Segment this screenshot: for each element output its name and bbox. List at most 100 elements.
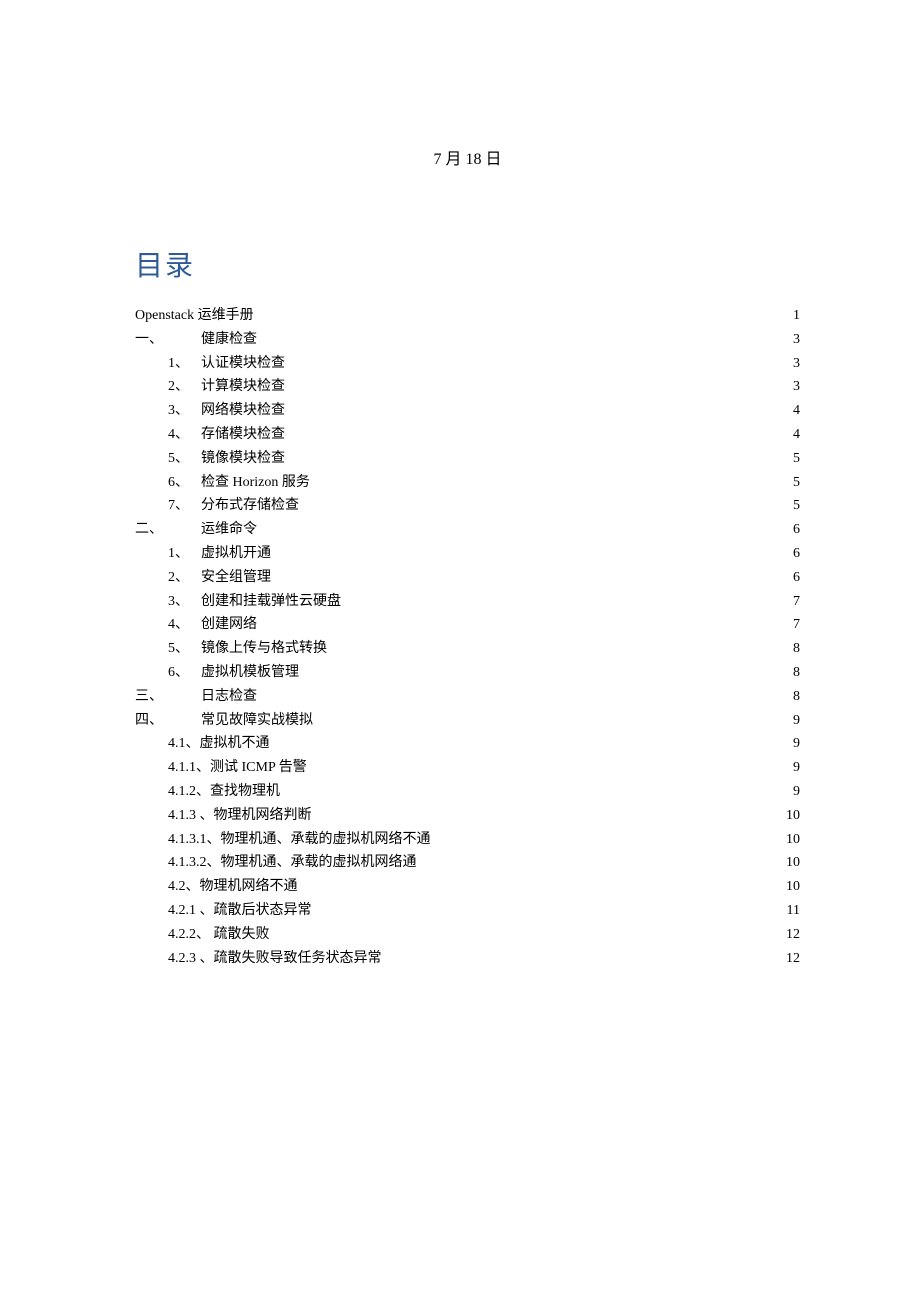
toc-list: Openstack 运维手册 1一、健康检查 31、认证模块检查 32、计算模块… — [135, 304, 800, 970]
toc-entry-page: 6 — [782, 542, 800, 566]
toc-entry-page: 4 — [782, 423, 800, 447]
toc-entry: 6、检查 Horizon 服务 5 — [135, 471, 800, 495]
toc-entry-page: 5 — [782, 447, 800, 471]
toc-entry: 4.1.3.1、物理机通、承载的虚拟机网络不通10 — [135, 828, 800, 852]
toc-entry: 3、创建和挂载弹性云硬盘 7 — [135, 590, 800, 614]
toc-entry: Openstack 运维手册 1 — [135, 304, 800, 328]
toc-entry: 二、运维命令 6 — [135, 518, 800, 542]
toc-entry-label: 4.2.2、 疏散失败 — [168, 923, 270, 947]
toc-entry-prefix: 四、 — [135, 709, 201, 733]
toc-entry-prefix: 6、 — [168, 471, 201, 495]
toc-entry-label: 4.1.2、查找物理机 — [168, 780, 280, 804]
toc-entry: 4.1.3 、物理机网络判断 10 — [135, 804, 800, 828]
toc-entry-label: 存储模块检查 — [201, 423, 285, 447]
toc-entry-label: 网络模块检查 — [201, 399, 285, 423]
toc-entry-label: 4.2、物理机网络不通 — [168, 875, 298, 899]
toc-entry-prefix: 6、 — [168, 661, 201, 685]
date-header: 7 月 18 日 — [135, 145, 800, 169]
toc-entry: 4、创建网络 7 — [135, 613, 800, 637]
toc-entry-prefix: 2、 — [168, 375, 201, 399]
toc-entry-page: 8 — [782, 685, 800, 709]
toc-entry-page: 4 — [782, 399, 800, 423]
toc-entry: 5、镜像模块检查 5 — [135, 447, 800, 471]
document-page: 7 月 18 日 目录 Openstack 运维手册 1一、健康检查 31、认证… — [0, 0, 920, 970]
toc-entry-page: 9 — [782, 709, 800, 733]
toc-entry-page: 5 — [782, 471, 800, 495]
toc-entry-page: 10 — [782, 851, 800, 875]
toc-entry-page: 11 — [782, 899, 800, 923]
toc-entry: 4.1.1、测试 ICMP 告警 9 — [135, 756, 800, 780]
toc-entry-page: 6 — [782, 518, 800, 542]
toc-entry-page: 7 — [782, 590, 800, 614]
toc-entry-page: 7 — [782, 613, 800, 637]
toc-entry: 一、健康检查 3 — [135, 328, 800, 352]
toc-entry-page: 3 — [782, 328, 800, 352]
toc-entry-label: 4.2.3 、疏散失败导致任务状态异常 — [168, 947, 382, 971]
toc-entry-label: 日志检查 — [201, 685, 257, 709]
toc-entry: 4.2.2、 疏散失败 12 — [135, 923, 800, 947]
toc-entry-label: 4.1.3 、物理机网络判断 — [168, 804, 312, 828]
toc-entry-label: 4.1.3.2、物理机通、承载的虚拟机网络通 — [168, 851, 417, 875]
toc-entry-label: 安全组管理 — [201, 566, 271, 590]
toc-entry-page: 9 — [782, 780, 800, 804]
toc-entry: 5、镜像上传与格式转换 8 — [135, 637, 800, 661]
toc-entry-page: 5 — [782, 494, 800, 518]
toc-entry-label: 镜像上传与格式转换 — [201, 637, 327, 661]
toc-entry-label: Openstack 运维手册 — [135, 304, 254, 328]
toc-entry: 4、存储模块检查 4 — [135, 423, 800, 447]
toc-entry-label: 镜像模块检查 — [201, 447, 285, 471]
toc-entry-page: 1 — [782, 304, 800, 328]
toc-title: 目录 — [135, 244, 800, 284]
toc-entry-label: 认证模块检查 — [201, 352, 285, 376]
toc-entry-prefix: 三、 — [135, 685, 201, 709]
toc-entry-label: 运维命令 — [201, 518, 257, 542]
toc-entry-page: 12 — [782, 923, 800, 947]
toc-entry: 三、日志检查 8 — [135, 685, 800, 709]
toc-entry: 4.2.3 、疏散失败导致任务状态异常 12 — [135, 947, 800, 971]
toc-entry: 4.2.1 、疏散后状态异常 11 — [135, 899, 800, 923]
toc-entry-prefix: 7、 — [168, 494, 201, 518]
toc-entry-page: 8 — [782, 637, 800, 661]
toc-entry-prefix: 3、 — [168, 590, 201, 614]
toc-entry-prefix: 1、 — [168, 352, 201, 376]
toc-entry-label: 创建和挂载弹性云硬盘 — [201, 590, 341, 614]
toc-entry-page: 3 — [782, 375, 800, 399]
toc-entry-label: 检查 Horizon 服务 — [201, 471, 310, 495]
toc-entry: 2、计算模块检查 3 — [135, 375, 800, 399]
toc-entry: 7、分布式存储检查 5 — [135, 494, 800, 518]
toc-entry-label: 4.2.1 、疏散后状态异常 — [168, 899, 312, 923]
toc-entry-page: 3 — [782, 352, 800, 376]
toc-entry-prefix: 5、 — [168, 447, 201, 471]
toc-entry-page: 12 — [782, 947, 800, 971]
toc-entry-prefix: 5、 — [168, 637, 201, 661]
toc-entry-prefix: 一、 — [135, 328, 201, 352]
toc-entry-page: 8 — [782, 661, 800, 685]
toc-entry-page: 9 — [782, 732, 800, 756]
toc-entry: 四、常见故障实战模拟 9 — [135, 709, 800, 733]
toc-entry-label: 健康检查 — [201, 328, 257, 352]
toc-entry: 3、网络模块检查 4 — [135, 399, 800, 423]
toc-entry: 2、安全组管理 6 — [135, 566, 800, 590]
toc-entry-page: 10 — [782, 804, 800, 828]
toc-entry-label: 4.1、虚拟机不通 — [168, 732, 270, 756]
toc-entry: 4.1.2、查找物理机 9 — [135, 780, 800, 804]
toc-entry: 6、虚拟机模板管理 8 — [135, 661, 800, 685]
toc-entry-label: 分布式存储检查 — [201, 494, 299, 518]
toc-entry-page: 9 — [782, 756, 800, 780]
toc-entry-page: 10 — [782, 875, 800, 899]
toc-entry: 4.1、虚拟机不通 9 — [135, 732, 800, 756]
toc-entry-prefix: 4、 — [168, 613, 201, 637]
toc-entry-label: 虚拟机开通 — [201, 542, 271, 566]
toc-entry-prefix: 二、 — [135, 518, 201, 542]
toc-entry-label: 计算模块检查 — [201, 375, 285, 399]
toc-entry: 1、虚拟机开通 6 — [135, 542, 800, 566]
toc-entry-label: 4.1.3.1、物理机通、承载的虚拟机网络不通 — [168, 828, 431, 852]
toc-entry: 1、认证模块检查 3 — [135, 352, 800, 376]
toc-entry-label: 常见故障实战模拟 — [201, 709, 313, 733]
toc-entry-label: 4.1.1、测试 ICMP 告警 — [168, 756, 307, 780]
toc-entry-prefix: 1、 — [168, 542, 201, 566]
toc-entry-prefix: 4、 — [168, 423, 201, 447]
toc-entry-label: 创建网络 — [201, 613, 257, 637]
toc-entry-prefix: 3、 — [168, 399, 201, 423]
toc-entry-label: 虚拟机模板管理 — [201, 661, 299, 685]
